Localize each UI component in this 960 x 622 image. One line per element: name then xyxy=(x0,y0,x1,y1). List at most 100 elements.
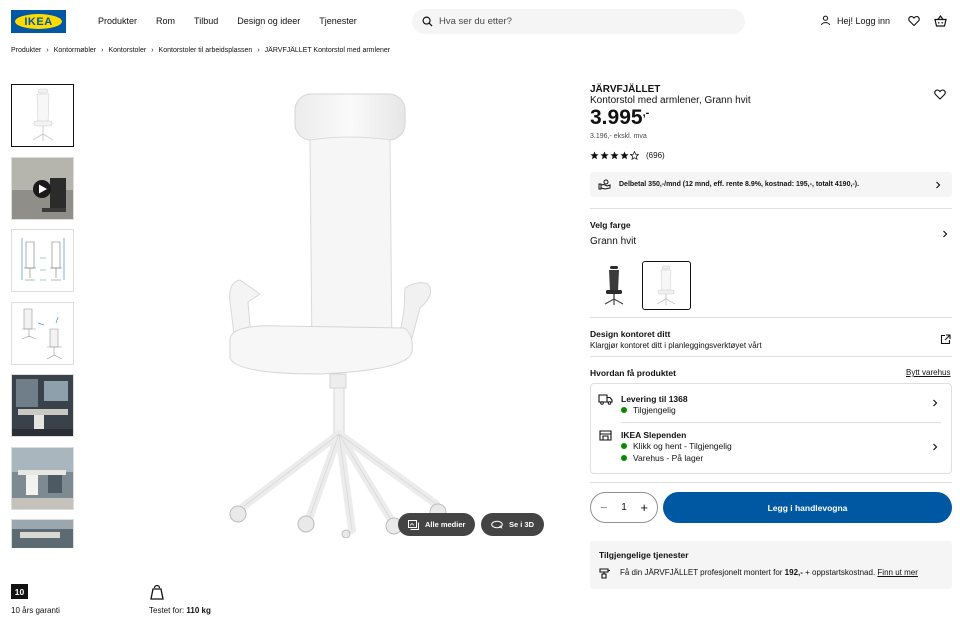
view-3d-button[interactable]: Se i 3D xyxy=(481,513,545,536)
installment-banner[interactable]: Delbetal 350,-/mnd (12 mnd, eff. rente 8… xyxy=(590,172,952,197)
all-media-button[interactable]: Alle medier xyxy=(398,513,476,536)
thumbnail-chair-front[interactable] xyxy=(11,84,74,147)
breadcrumb: Produkter › Kontormøbler › Kontorstoler › K… xyxy=(11,47,390,54)
star-empty-icon xyxy=(630,151,639,160)
tested-info: Testet for: 110 kg xyxy=(149,606,211,615)
available-dot-icon xyxy=(621,407,627,413)
logo-text: IKEA xyxy=(24,15,53,28)
available-dot-icon xyxy=(621,455,627,461)
all-media-label: Alle medier xyxy=(425,520,466,529)
breadcrumb-current: JÄRVFJÄLLET Kontorstol med armlener xyxy=(264,47,391,54)
add-to-favourites-icon[interactable] xyxy=(934,89,946,100)
search-input[interactable] xyxy=(439,16,719,27)
gallery-icon xyxy=(408,519,419,530)
decrease-quantity-button[interactable]: − xyxy=(600,501,608,514)
warranty-label: 10 års garanti xyxy=(11,606,60,615)
user-icon xyxy=(820,15,831,26)
shipping-status: Tilgjengelig xyxy=(621,405,676,415)
nav-item-design[interactable]: Design og ideer xyxy=(237,16,300,26)
search-bar[interactable] xyxy=(412,9,745,34)
favourites-icon[interactable] xyxy=(908,15,920,27)
store-status-1: Klikk og hent - Tilgjengelig xyxy=(621,441,732,451)
chevron-right-icon xyxy=(936,181,941,188)
breadcrumb-item[interactable]: Produkter xyxy=(11,47,41,54)
services-box: Tilgjengelige tjenester Få din JÄRVFJÄLL… xyxy=(590,541,952,589)
services-text: Få din JÄRVFJÄLLET profesjonelt montert … xyxy=(620,568,918,577)
thumbnail-office-room[interactable] xyxy=(11,374,74,437)
increase-quantity-button[interactable]: + xyxy=(640,501,648,514)
nav-item-produkter[interactable]: Produkter xyxy=(98,16,137,26)
hand-money-icon xyxy=(598,179,611,190)
divider xyxy=(621,422,941,423)
rating[interactable]: (696) xyxy=(590,151,665,160)
product-description: Kontorstol med armlener, Grann hvit xyxy=(590,95,751,106)
3d-rotate-icon xyxy=(491,520,503,529)
warranty-icon: 10 xyxy=(11,584,28,599)
store-status-2: Varehus - På lager xyxy=(621,453,703,463)
star-filled-icon xyxy=(590,151,599,160)
thumbnail-adjustments[interactable] xyxy=(11,302,74,365)
login-button[interactable]: Hej! Logg inn xyxy=(820,15,890,26)
breadcrumb-separator-icon: › xyxy=(151,47,154,54)
thumbnail-more[interactable] xyxy=(11,519,74,548)
chevron-right-icon[interactable] xyxy=(932,443,938,451)
workspace-thumbnail-image xyxy=(12,448,73,509)
services-link[interactable]: Finn ut mer xyxy=(877,568,917,577)
design-text: Klargjør kontoret ditt i planleggingsver… xyxy=(590,341,762,350)
assembly-tool-icon xyxy=(599,568,610,579)
delivery-title: Hvordan få produktet xyxy=(590,368,676,378)
quantity-stepper: − 1 + xyxy=(590,492,658,523)
product-name: JÄRVFJÄLLET xyxy=(590,84,661,95)
divider xyxy=(590,208,952,209)
thumbnail-workspace[interactable] xyxy=(11,447,74,510)
nav-item-tjenester[interactable]: Tjenester xyxy=(319,16,357,26)
thumbnail-video[interactable] xyxy=(11,157,74,220)
breadcrumb-item[interactable]: Kontormøbler xyxy=(54,47,96,54)
shipping-status-text: Tilgjengelig xyxy=(633,405,676,415)
chevron-right-icon[interactable] xyxy=(942,230,948,238)
nav-item-rom[interactable]: Rom xyxy=(156,16,175,26)
chair-white-swatch-image xyxy=(656,265,676,305)
search-icon xyxy=(422,16,433,27)
login-label: Hej! Logg inn xyxy=(837,15,891,26)
main-nav: Produkter Rom Tilbud Design og ideer Tje… xyxy=(98,16,376,26)
services-price: 192,- xyxy=(784,568,803,577)
color-option-black[interactable] xyxy=(590,261,638,309)
star-filled-icon xyxy=(610,151,619,160)
breadcrumb-item[interactable]: Kontorstoler til arbeidsplassen xyxy=(159,47,253,54)
change-store-link[interactable]: Bytt varehus xyxy=(906,368,950,377)
thumbnail-dimensions[interactable] xyxy=(11,229,74,292)
price-suffix: ,- xyxy=(642,107,650,119)
ikea-logo[interactable]: IKEA xyxy=(11,10,66,33)
product-price: 3.995,- xyxy=(590,106,649,130)
breadcrumb-item[interactable]: Kontorstoler xyxy=(108,47,146,54)
cart-icon[interactable] xyxy=(934,15,947,27)
rating-count: (696) xyxy=(646,151,665,160)
adjustments-thumbnail-image xyxy=(21,308,63,360)
video-thumbnail-image xyxy=(12,158,73,219)
available-dot-icon xyxy=(621,443,627,449)
rating-stars xyxy=(590,151,640,160)
truck-icon xyxy=(598,394,613,405)
store-status-2-text: Varehus - På lager xyxy=(633,453,704,463)
star-filled-icon xyxy=(600,151,609,160)
breadcrumb-separator-icon: › xyxy=(46,47,49,54)
star-filled-icon xyxy=(620,151,629,160)
breadcrumb-separator-icon: › xyxy=(101,47,104,54)
chevron-right-icon[interactable] xyxy=(932,399,938,407)
store-title: IKEA Slependen xyxy=(621,430,687,440)
weight-icon xyxy=(150,584,164,600)
quantity-value[interactable]: 1 xyxy=(621,502,627,513)
dimensions-thumbnail-image xyxy=(21,238,65,281)
warranty-number: 10 xyxy=(14,586,25,597)
nav-item-tilbud[interactable]: Tilbud xyxy=(194,16,218,26)
divider xyxy=(590,356,952,357)
add-to-cart-button[interactable]: Legg i handlevogna xyxy=(663,492,952,523)
office-room-thumbnail-image xyxy=(12,375,73,436)
store-status-1-text: Klikk og hent - Tilgjengelig xyxy=(633,441,732,451)
color-option-white[interactable] xyxy=(642,261,691,310)
add-to-cart-label: Legg i handlevogna xyxy=(767,502,848,513)
price-excl-vat: 3.196,- ekskl. mva xyxy=(590,133,647,140)
tested-label: Testet for: xyxy=(149,606,185,615)
external-link-icon[interactable] xyxy=(940,334,951,345)
